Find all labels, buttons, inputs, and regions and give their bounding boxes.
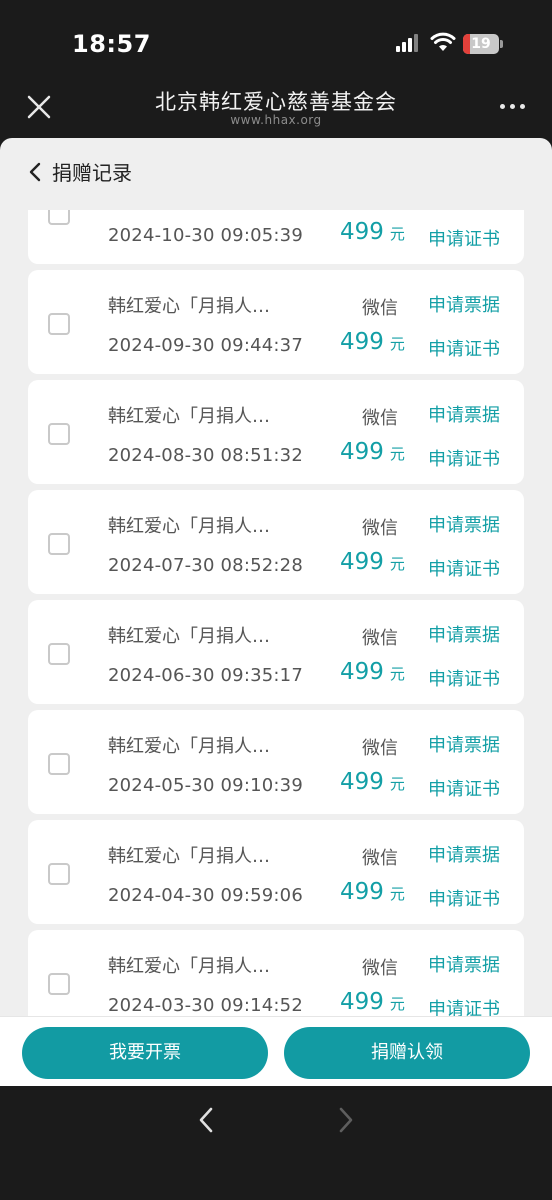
record-amount: 499 元 (340, 549, 405, 575)
record-date: 2024-06-30 09:35:17 (108, 665, 303, 686)
apply-certificate-link[interactable]: 申请证书 (428, 665, 500, 691)
record-date: 2024-05-30 09:10:39 (108, 775, 303, 796)
chevron-left-icon[interactable] (196, 1106, 216, 1134)
checkbox-icon[interactable] (48, 423, 70, 445)
issue-invoice-button[interactable]: 我要开票 (22, 1027, 268, 1079)
payment-method: 微信 (362, 518, 398, 539)
record-amount: 499 元 (340, 879, 405, 905)
title-bar: 北京韩红爱心慈善基金会 www.hhax.org (0, 82, 552, 138)
wifi-icon (430, 32, 456, 51)
list-item: 韩红爱心「月捐人… 2024-08-30 08:51:32 微信 499 元 申请… (28, 380, 524, 484)
checkbox-icon[interactable] (48, 533, 70, 555)
record-date: 2024-03-30 09:14:52 (108, 995, 303, 1016)
checkbox-icon[interactable] (48, 210, 70, 225)
window-subtitle: www.hhax.org (230, 113, 322, 127)
record-amount: 499 元 (340, 219, 405, 245)
record-date: 2024-04-30 09:59:06 (108, 885, 303, 906)
payment-method: 微信 (362, 628, 398, 649)
page-content: 捐赠记录 2024-10-30 09:05:39 499 元 申请证书 韩红爱心「… (0, 138, 552, 1086)
record-date: 2024-09-30 09:44:37 (108, 335, 303, 356)
apply-receipt-link[interactable]: 申请票据 (428, 621, 500, 647)
record-amount: 499 元 (340, 989, 405, 1015)
checkbox-icon[interactable] (48, 753, 70, 775)
more-icon[interactable] (500, 104, 526, 112)
chevron-right-icon[interactable] (336, 1106, 356, 1134)
browser-nav-bar (0, 1086, 552, 1200)
list-item: 2024-10-30 09:05:39 499 元 申请证书 (28, 210, 524, 264)
payment-method: 微信 (362, 958, 398, 979)
apply-receipt-link[interactable]: 申请票据 (428, 951, 500, 977)
record-date: 2024-07-30 08:52:28 (108, 555, 303, 576)
apply-certificate-link[interactable]: 申请证书 (428, 885, 500, 911)
list-item: 韩红爱心「月捐人… 2024-07-30 08:52:28 微信 499 元 申请… (28, 490, 524, 594)
apply-certificate-link[interactable]: 申请证书 (428, 995, 500, 1016)
apply-certificate-link[interactable]: 申请证书 (428, 335, 500, 361)
status-bar: 18:57 19 (0, 0, 552, 82)
payment-method: 微信 (362, 408, 398, 429)
checkbox-icon[interactable] (48, 643, 70, 665)
payment-method: 微信 (362, 298, 398, 319)
record-date: 2024-08-30 08:51:32 (108, 445, 303, 466)
apply-certificate-link[interactable]: 申请证书 (428, 225, 500, 251)
payment-method: 微信 (362, 848, 398, 869)
battery-indicator: 19 (463, 34, 499, 54)
battery-cap (500, 40, 503, 48)
record-amount: 499 元 (340, 439, 405, 465)
status-time: 18:57 (72, 30, 151, 58)
signal-icon (396, 34, 418, 52)
record-name: 韩红爱心「月捐人… (108, 846, 270, 867)
apply-certificate-link[interactable]: 申请证书 (428, 445, 500, 471)
page-title: 捐赠记录 (52, 161, 132, 185)
checkbox-icon[interactable] (48, 973, 70, 995)
list-item: 韩红爱心「月捐人… 2024-04-30 09:59:06 微信 499 元 申请… (28, 820, 524, 924)
page-header: 捐赠记录 (14, 152, 538, 192)
payment-method: 微信 (362, 738, 398, 759)
list-item: 韩红爱心「月捐人… 2024-03-30 09:14:52 微信 499 元 申请… (28, 930, 524, 1016)
record-name: 韩红爱心「月捐人… (108, 626, 270, 647)
record-name: 韩红爱心「月捐人… (108, 296, 270, 317)
record-amount: 499 元 (340, 659, 405, 685)
apply-certificate-link[interactable]: 申请证书 (428, 775, 500, 801)
record-name: 韩红爱心「月捐人… (108, 736, 270, 757)
apply-certificate-link[interactable]: 申请证书 (428, 555, 500, 581)
record-name: 韩红爱心「月捐人… (108, 516, 270, 537)
record-name: 韩红爱心「月捐人… (108, 956, 270, 977)
checkbox-icon[interactable] (48, 863, 70, 885)
battery-level: 19 (471, 36, 491, 52)
apply-receipt-link[interactable]: 申请票据 (428, 841, 500, 867)
action-bar: 我要开票 捐赠认领 (0, 1016, 552, 1086)
list-item: 韩红爱心「月捐人… 2024-06-30 09:35:17 微信 499 元 申请… (28, 600, 524, 704)
record-amount: 499 元 (340, 769, 405, 795)
record-name: 韩红爱心「月捐人… (108, 406, 270, 427)
apply-receipt-link[interactable]: 申请票据 (428, 291, 500, 317)
record-amount: 499 元 (340, 329, 405, 355)
record-date: 2024-10-30 09:05:39 (108, 225, 303, 246)
list-item: 韩红爱心「月捐人… 2024-05-30 09:10:39 微信 499 元 申请… (28, 710, 524, 814)
list-item: 韩红爱心「月捐人… 2024-09-30 09:44:37 微信 499 元 申请… (28, 270, 524, 374)
checkbox-icon[interactable] (48, 313, 70, 335)
claim-donation-button[interactable]: 捐赠认领 (284, 1027, 530, 1079)
apply-receipt-link[interactable]: 申请票据 (428, 401, 500, 427)
back-icon[interactable] (28, 162, 42, 182)
apply-receipt-link[interactable]: 申请票据 (428, 511, 500, 537)
donation-list[interactable]: 2024-10-30 09:05:39 499 元 申请证书 韩红爱心「月捐人… … (28, 210, 524, 1016)
apply-receipt-link[interactable]: 申请票据 (428, 731, 500, 757)
window-title: 北京韩红爱心慈善基金会 (155, 90, 397, 114)
